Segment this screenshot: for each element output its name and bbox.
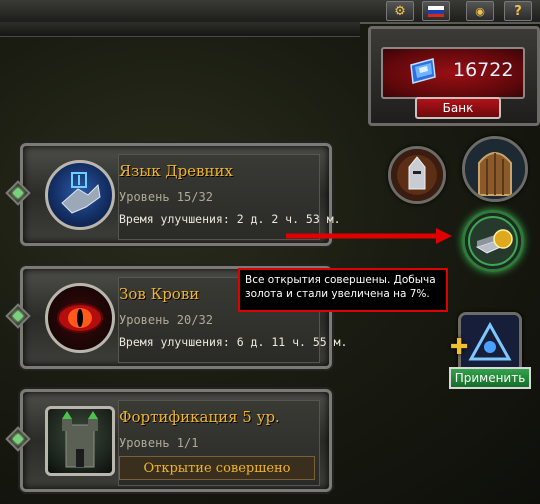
card-connector-icon: [5, 180, 31, 206]
plus-icon: ✚: [450, 335, 469, 360]
rss-icon: ◉: [475, 4, 485, 18]
apply-button[interactable]: Применить: [449, 367, 531, 389]
help-label: ?: [514, 3, 522, 19]
russian-flag-icon: [428, 5, 444, 17]
rune-glove-icon: [45, 160, 115, 230]
red-eye-icon: [45, 283, 115, 353]
language-button[interactable]: [422, 1, 450, 21]
skill-card-ancient-language[interactable]: Язык Древних Уровень 15/32 Время улучшен…: [5, 143, 341, 246]
knight-helmet-icon[interactable]: [388, 146, 446, 204]
currency-value: 16722: [453, 59, 514, 81]
blue-gem-icon: [410, 58, 436, 84]
pointer-arrow-icon: [286, 228, 452, 244]
bank-button[interactable]: Банк: [415, 97, 501, 119]
fortress-tower-icon: [45, 406, 115, 476]
wooden-door-icon[interactable]: [462, 136, 528, 202]
skill-title: Фортификация 5 ур.: [119, 408, 280, 426]
skill-level: Уровень 20/32: [119, 313, 213, 327]
currency-display: 16722: [381, 47, 525, 99]
feed-button[interactable]: ◉: [466, 1, 494, 21]
card-connector-icon: [5, 303, 31, 329]
skill-upgrade-time: Время улучшения: 2 д. 2 ч. 53 м.: [119, 212, 341, 226]
skill-upgrade-time: Время улучшения: 6 д. 11 ч. 55 м.: [119, 335, 348, 349]
gear-icon: ⚙: [394, 3, 406, 19]
settings-button[interactable]: ⚙: [386, 1, 414, 21]
skill-card-fortification[interactable]: Фортификация 5 ур. Уровень 1/1 Открытие …: [5, 389, 332, 492]
help-button[interactable]: ?: [504, 1, 532, 21]
top-rail: [0, 22, 360, 37]
skill-level: Уровень 15/32: [119, 190, 213, 204]
skill-title: Зов Крови: [119, 285, 200, 303]
skill-level: Уровень 1/1: [119, 436, 199, 450]
currency-panel: 16722 Банк: [368, 26, 540, 126]
discovery-tooltip: Все открытия совершены. Добыча золота и …: [238, 268, 448, 312]
top-bar: ⚙ ◉ ?: [0, 0, 540, 37]
steel-gold-icon[interactable]: [462, 210, 524, 272]
skill-title: Язык Древних: [119, 162, 233, 180]
discovery-complete-badge: Открытие совершено: [119, 456, 315, 480]
card-connector-icon: [5, 426, 31, 452]
